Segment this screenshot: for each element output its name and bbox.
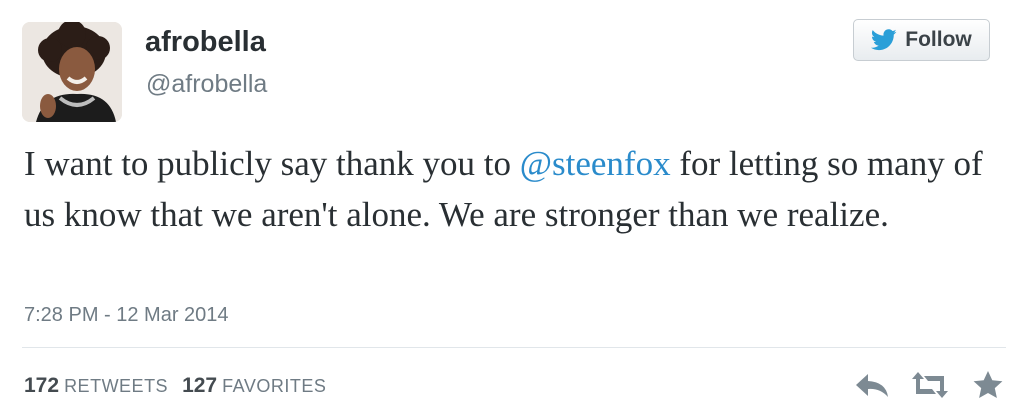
twitter-bird-icon: [871, 29, 897, 51]
display-name[interactable]: afrobella: [145, 26, 266, 59]
tweet-text-start: I want to publicly say thank you to: [24, 144, 520, 183]
favorites-label: FAVORITES: [222, 376, 327, 396]
follow-label: Follow: [905, 28, 972, 51]
tweet-stats: 172 RETWEETS 127 FAVORITES: [24, 374, 326, 398]
divider: [22, 347, 1006, 348]
avatar[interactable]: [22, 22, 122, 122]
profile-photo: [22, 22, 122, 122]
reply-icon[interactable]: [854, 370, 890, 400]
tweet-actions: [854, 370, 1006, 400]
favorite-star-icon[interactable]: [970, 370, 1006, 400]
follow-button[interactable]: Follow: [853, 19, 990, 61]
screen-name[interactable]: @afrobella: [146, 70, 267, 99]
mention-link[interactable]: @steenfox: [520, 144, 671, 183]
retweets-stat[interactable]: 172 RETWEETS: [24, 374, 168, 398]
retweets-label: RETWEETS: [64, 376, 169, 396]
retweets-count: 172: [24, 374, 60, 397]
tweet-text: I want to publicly say thank you to @ste…: [24, 138, 1004, 240]
tweet-timestamp[interactable]: 7:28 PM - 12 Mar 2014: [24, 304, 229, 327]
favorites-stat[interactable]: 127 FAVORITES: [182, 374, 326, 398]
retweet-icon[interactable]: [912, 370, 948, 400]
favorites-count: 127: [182, 374, 218, 397]
